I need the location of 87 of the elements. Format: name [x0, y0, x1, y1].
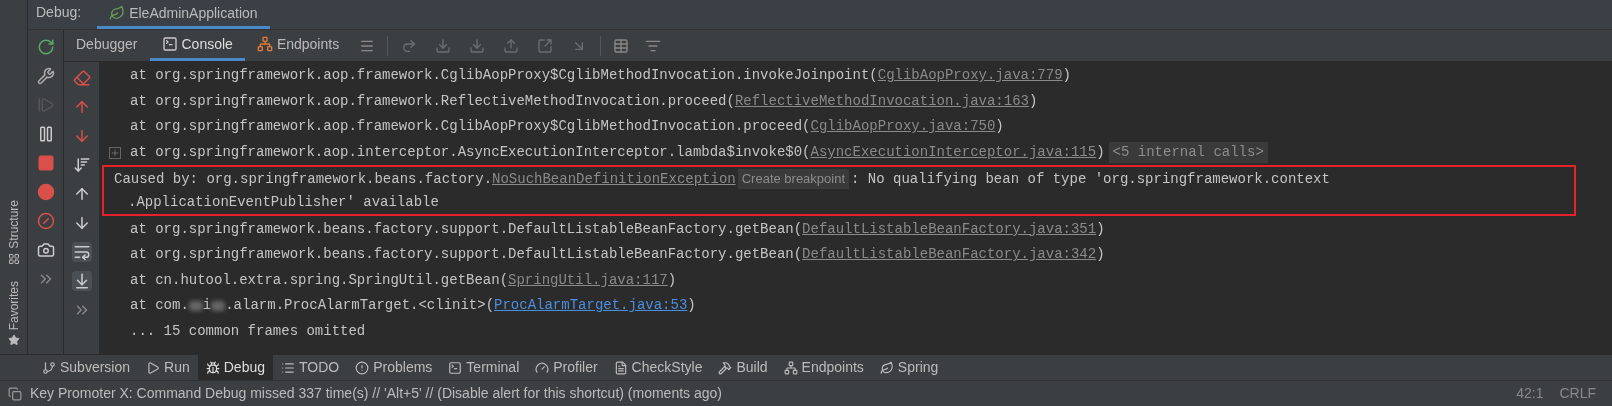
camera-icon[interactable]	[36, 241, 55, 259]
paren-text: )	[1096, 219, 1105, 239]
status-message: Key Promoter X: Command Debug missed 337 time(s) // 'Alt+5' // (Disable alert for this shortcut) (moments ago)	[30, 384, 722, 403]
tool-window-tab[interactable]: Subversion	[34, 355, 139, 380]
paren-text: )	[1096, 245, 1105, 265]
source-link[interactable]: ReflectiveMethodInvocation.java:163	[734, 90, 1029, 112]
redaction-blur	[211, 300, 226, 311]
stack-frame-text: at cn.hutool.extra.spring.SpringUtil.getBean(	[130, 270, 509, 290]
paren-text: )	[1062, 66, 1071, 86]
star-icon	[7, 334, 20, 346]
expand-icon[interactable]	[109, 146, 121, 159]
internal-calls-badge[interactable]: <5 internal calls>	[1108, 142, 1268, 164]
force-step-into-icon[interactable]	[469, 37, 486, 54]
gauge-icon	[535, 360, 550, 375]
toggle-panel-icon[interactable]	[8, 386, 22, 401]
line-separator[interactable]: CRLF	[1559, 383, 1596, 404]
spring-app-icon	[109, 5, 126, 21]
stack-frame-text: at org.springframework.aop.interceptor.AsyncExecutionInterceptor.lambda$invoke$0(	[130, 143, 811, 163]
list-icon	[281, 360, 295, 375]
paren-text: )	[687, 296, 696, 316]
soft-wrap-icon[interactable]	[71, 242, 92, 262]
source-link[interactable]: AsyncExecutionInterceptor.java:115	[810, 142, 1097, 164]
tool-window-tab[interactable]: Problems	[347, 355, 441, 380]
tool-window-tab[interactable]: TODO	[273, 355, 348, 380]
leaf-icon	[879, 360, 894, 375]
bug-icon	[205, 360, 220, 375]
tool-window-tab[interactable]: CheckStyle	[605, 355, 711, 380]
stack-frame-text: at org.springframework.beans.factory.support.DefaultListableBeanFactory.getBean(	[130, 219, 803, 239]
step-into-icon[interactable]	[435, 37, 452, 54]
exception-text: : No qualifying bean of type 'org.springframework.context	[851, 169, 1330, 189]
paren-text: )	[667, 270, 677, 290]
stack-frame-text: at org.springframework.aop.framework.CglibAopProxy$CglibMethodInvocation.invokeJoinpoint(	[130, 66, 878, 86]
exception-text: .ApplicationEventPublisher' available	[128, 193, 439, 213]
source-link[interactable]: CglibAopProxy.java:750	[810, 116, 996, 138]
stack-frame-text: at com.	[130, 296, 189, 316]
source-link[interactable]: ProcAlarmTarget.java:53	[494, 295, 688, 317]
mute-breakpoints-icon[interactable]	[36, 212, 55, 230]
wrench-icon[interactable]	[36, 67, 55, 85]
stack-frame-text: at org.springframework.aop.framework.CglibAopProxy$CglibMethodInvocation.proceed(	[130, 117, 811, 137]
resume-icon[interactable]	[36, 96, 55, 114]
scroll-to-end-icon[interactable]	[71, 271, 92, 291]
paren-text: )	[1028, 91, 1038, 111]
exception-text: Caused by: org.springframework.beans.factory.	[114, 169, 493, 189]
stack-frame-text: at org.springframework.aop.framework.ReflectiveMethodInvocation.proceed(	[130, 91, 735, 111]
caret-position[interactable]: 42:1	[1516, 383, 1544, 404]
exception-link[interactable]: NoSuchBeanDefinitionException	[492, 168, 736, 190]
network-icon	[783, 360, 798, 375]
view-tab[interactable]: Endpoints	[244, 30, 352, 61]
source-link[interactable]: SpringUtil.java:117	[508, 269, 668, 291]
breakpoints-icon[interactable]	[36, 183, 55, 201]
endpoints-icon	[256, 36, 273, 52]
view-tab[interactable]: Debugger	[64, 30, 150, 61]
drop-frame-icon[interactable]	[537, 37, 554, 54]
play-icon	[146, 360, 161, 375]
run-config-tab[interactable]: EleAdminApplication	[97, 0, 270, 29]
step-over-icon[interactable]	[401, 37, 418, 54]
side-tool-tab[interactable]: Structure	[4, 199, 23, 249]
hammer-icon	[718, 360, 733, 375]
clear-icon[interactable]	[71, 68, 92, 88]
tool-window-tab[interactable]: Debug	[197, 355, 273, 380]
paren-text: )	[1096, 143, 1105, 163]
redaction-blur	[188, 300, 203, 311]
panel-label: Debug:	[35, 3, 83, 22]
tool-window-tab[interactable]: Terminal	[440, 355, 528, 380]
stack-frame-text: .alarm.ProcAlarmTarget.<clinit>(	[225, 296, 495, 316]
tool-window-tab[interactable]: Run	[138, 355, 198, 380]
create-breakpoint-hint[interactable]: Create breakpoint	[737, 169, 850, 189]
stop-icon[interactable]	[36, 154, 55, 172]
stack-frame-text: i	[202, 296, 212, 316]
terminal-icon	[448, 360, 463, 375]
alert-icon	[355, 360, 370, 375]
paren-text: )	[995, 117, 1004, 137]
tool-window-tab[interactable]: Profiler	[527, 355, 606, 380]
omitted-frames-text: ... 15 common frames omitted	[130, 322, 366, 342]
rerun-icon[interactable]	[36, 38, 55, 56]
tool-window-tab[interactable]: Endpoints	[775, 355, 872, 380]
document-icon	[613, 360, 628, 375]
step-out-icon[interactable]	[503, 37, 520, 54]
source-link[interactable]: DefaultListableBeanFactory.java:351	[802, 218, 1097, 240]
tool-window-tab[interactable]: Build	[710, 355, 776, 380]
stack-frame-text: at org.springframework.beans.factory.support.DefaultListableBeanFactory.getBean(	[130, 245, 803, 265]
branch-icon	[42, 360, 56, 375]
tool-window-tab[interactable]: Spring	[871, 355, 947, 380]
source-link[interactable]: DefaultListableBeanFactory.java:342	[802, 244, 1097, 266]
source-link[interactable]: CglibAopProxy.java:779	[877, 65, 1063, 87]
side-tool-tab[interactable]: Favorites	[4, 280, 23, 330]
console-icon	[161, 36, 178, 52]
